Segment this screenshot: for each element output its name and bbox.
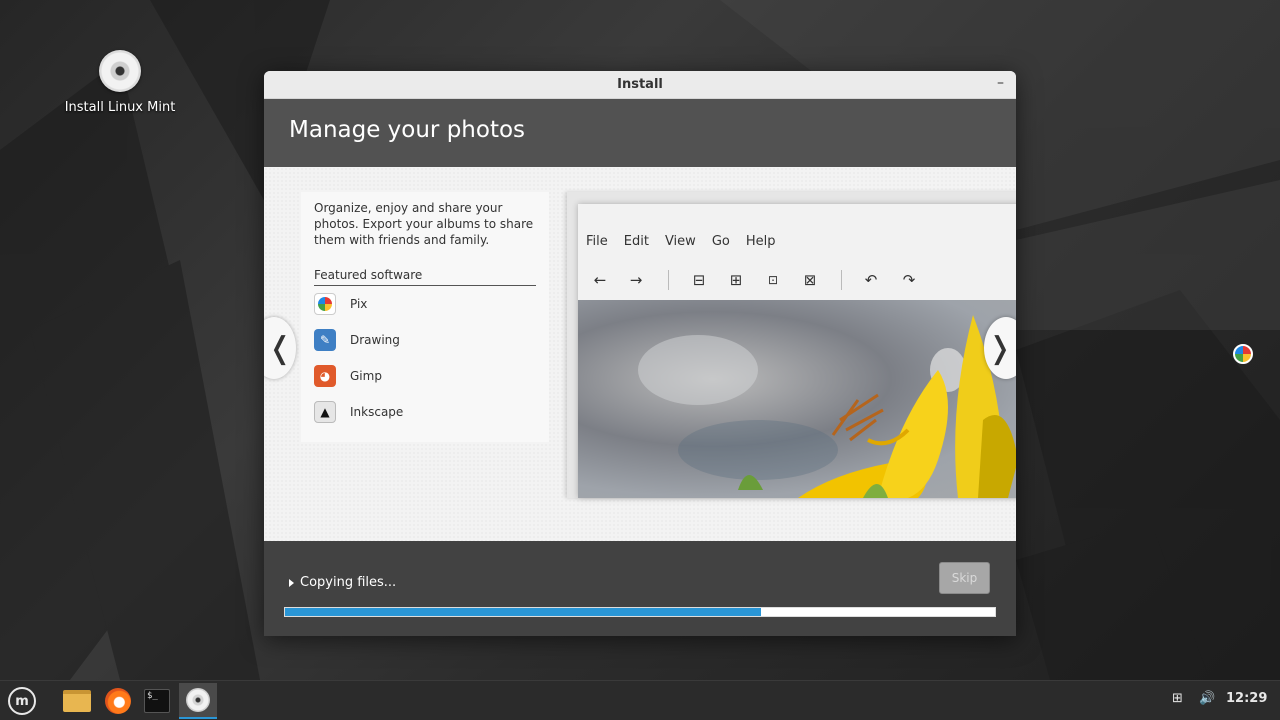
network-icon[interactable]: ⊞ — [1172, 691, 1183, 706]
window-title: Install — [617, 77, 663, 92]
minimize-button[interactable]: – — [997, 75, 1004, 91]
software-name: Drawing — [350, 333, 400, 347]
gimp-icon: ◕ — [314, 365, 336, 387]
firefox-icon — [105, 688, 131, 714]
software-name: Inkscape — [350, 405, 404, 419]
menu-button[interactable]: m — [3, 683, 41, 719]
zoom-fit-icon: ⊠ — [803, 271, 817, 289]
slide-header: Manage your photos — [264, 99, 1016, 167]
software-name: Pix — [350, 297, 368, 311]
slide-title: Manage your photos — [289, 117, 526, 143]
disc-icon — [99, 50, 141, 92]
menu-edit: Edit — [623, 234, 649, 249]
rotate-right-icon: ↷ — [902, 271, 916, 289]
status-text: Copying files... — [300, 575, 397, 590]
software-name: Gimp — [350, 369, 382, 383]
menu-file: File — [586, 234, 608, 249]
rotate-left-icon: ↶ — [864, 271, 878, 289]
zoom-100-icon: ⊡ — [767, 273, 779, 287]
installer-window: Install – Manage your photos Organize, e… — [264, 71, 1016, 636]
info-card: Organize, enjoy and share your photos. E… — [301, 192, 549, 442]
pix-icon — [314, 293, 336, 315]
titlebar[interactable]: Install – — [264, 71, 1016, 99]
software-item-pix: Pix — [314, 286, 536, 322]
featured-heading: Featured software — [314, 268, 536, 286]
taskbar-terminal[interactable]: $_ — [138, 683, 176, 719]
taskbar: m $_ ⊞ 🔊 12:29 — [0, 680, 1280, 720]
slideshow: Organize, enjoy and share your photos. E… — [264, 167, 1016, 541]
slide-description: Organize, enjoy and share your photos. E… — [314, 201, 534, 247]
taskbar-installer[interactable] — [179, 683, 217, 719]
screenshot-menubar: File Edit View Go Help — [586, 234, 775, 249]
software-item-inkscape: ▲ Inkscape — [314, 394, 536, 430]
zoom-out-icon: ⊟ — [692, 271, 706, 289]
pix-tray-icon[interactable] — [1233, 344, 1253, 364]
install-progress-bar — [284, 607, 996, 617]
menu-help: Help — [745, 234, 776, 249]
install-footer: Copying files... Skip — [264, 541, 1016, 636]
screenshot-toolbar: ← → ⊟ ⊞ ⊡ ⊠ ↶ ↷ — [578, 264, 1016, 296]
app-screenshot: File Edit View Go Help ← → ⊟ ⊞ ⊡ ⊠ ↶ ↷ — [567, 192, 1016, 498]
terminal-icon: $_ — [144, 689, 170, 713]
desktop-icon-install[interactable]: Install Linux Mint — [60, 50, 180, 115]
back-arrow-icon: ← — [593, 271, 607, 289]
desktop-icon-label: Install Linux Mint — [64, 100, 176, 115]
progress-fill — [285, 608, 761, 616]
lily-photo — [578, 300, 1016, 498]
inkscape-icon: ▲ — [314, 401, 336, 423]
status-expander[interactable]: Copying files... — [289, 575, 396, 590]
taskbar-files[interactable] — [58, 683, 96, 719]
screenshot-window: File Edit View Go Help ← → ⊟ ⊞ ⊡ ⊠ ↶ ↷ — [578, 204, 1016, 498]
software-item-drawing: ✎ Drawing — [314, 322, 536, 358]
drawing-icon: ✎ — [314, 329, 336, 351]
toolbar-separator — [841, 270, 842, 290]
mint-menu-icon: m — [8, 687, 36, 715]
menu-view: View — [664, 234, 696, 249]
toolbar-separator — [668, 270, 669, 290]
previous-slide-button[interactable]: ❬ — [264, 317, 296, 379]
installer-disc-icon — [186, 688, 210, 712]
forward-arrow-icon: → — [629, 271, 643, 289]
folder-icon — [63, 690, 91, 712]
expander-arrow-icon — [289, 578, 294, 587]
taskbar-firefox[interactable] — [99, 683, 137, 719]
software-item-gimp: ◕ Gimp — [314, 358, 536, 394]
zoom-in-icon: ⊞ — [729, 271, 743, 289]
skip-button[interactable]: Skip — [939, 562, 990, 594]
clock[interactable]: 12:29 — [1226, 691, 1267, 706]
volume-icon[interactable]: 🔊 — [1199, 691, 1215, 706]
menu-go: Go — [711, 234, 730, 249]
